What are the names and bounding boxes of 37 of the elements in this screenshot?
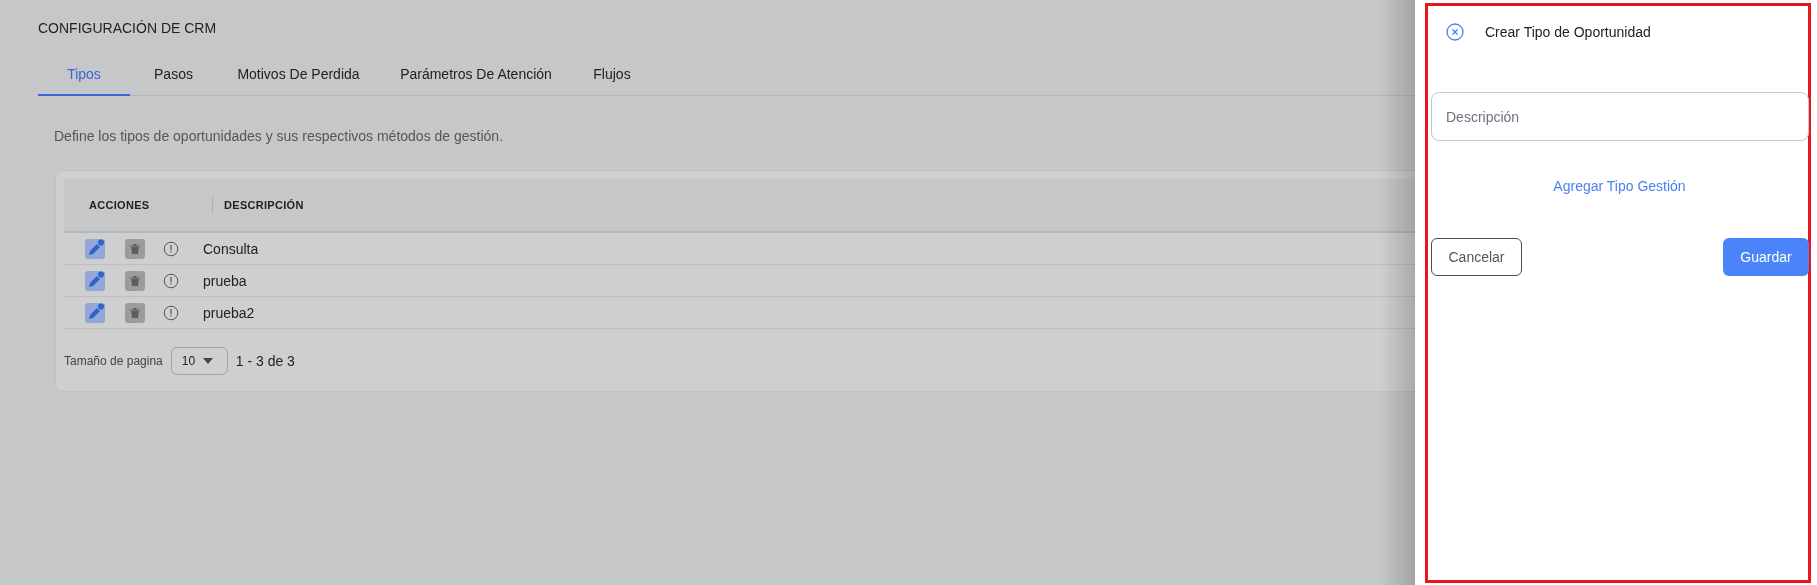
description-text: Define los tipos de oportunidades y sus respectivos métodos de gestión. <box>54 128 504 144</box>
info-button[interactable] <box>163 240 179 257</box>
edit-button[interactable] <box>85 238 105 259</box>
tab[interactable]: Flujos <box>572 62 652 96</box>
panel-title: Crear Tipo de Oportunidad <box>1485 24 1651 40</box>
save-button[interactable]: Guardar <box>1723 238 1809 276</box>
info-button[interactable] <box>163 272 179 289</box>
trash-icon <box>129 274 141 287</box>
table-cell: Consulta <box>203 240 259 257</box>
cancel-button[interactable]: Cancelar <box>1431 238 1522 276</box>
column-header: DESCRIPCIÓN <box>223 199 305 211</box>
delete-button[interactable] <box>125 270 145 291</box>
close-icon <box>1446 23 1464 41</box>
table-cell: prueba <box>203 272 247 289</box>
table-cell: prueba2 <box>203 304 255 321</box>
delete-button[interactable] <box>125 238 145 259</box>
page-title: CONFIGURACIÓN DE CRM <box>38 20 217 36</box>
trash-icon <box>129 242 141 255</box>
close-button[interactable] <box>1446 23 1464 41</box>
edit-button[interactable] <box>85 270 105 291</box>
info-icon <box>163 304 179 321</box>
edit-button[interactable] <box>85 302 105 323</box>
delete-button[interactable] <box>125 302 145 323</box>
info-button[interactable] <box>163 304 179 321</box>
info-icon <box>163 272 179 289</box>
column-header: ACCIONES <box>88 199 151 211</box>
trash-icon <box>129 306 141 319</box>
caret-icon <box>203 358 214 364</box>
page-size-select[interactable]: 10 <box>170 347 228 375</box>
description-field[interactable]: Descripción <box>1431 92 1809 141</box>
page-range: 1 - 3 de 3 <box>235 353 295 369</box>
tab[interactable]: Motivos De Perdida <box>217 62 380 96</box>
add-type-link[interactable]: Agregar Tipo Gestión <box>1553 178 1686 194</box>
info-icon <box>163 240 179 257</box>
tab[interactable]: Parámetros De Atención <box>380 62 572 96</box>
tab[interactable]: Pasos <box>130 62 217 96</box>
page-size-label: Tamaño de pagina <box>64 354 163 368</box>
